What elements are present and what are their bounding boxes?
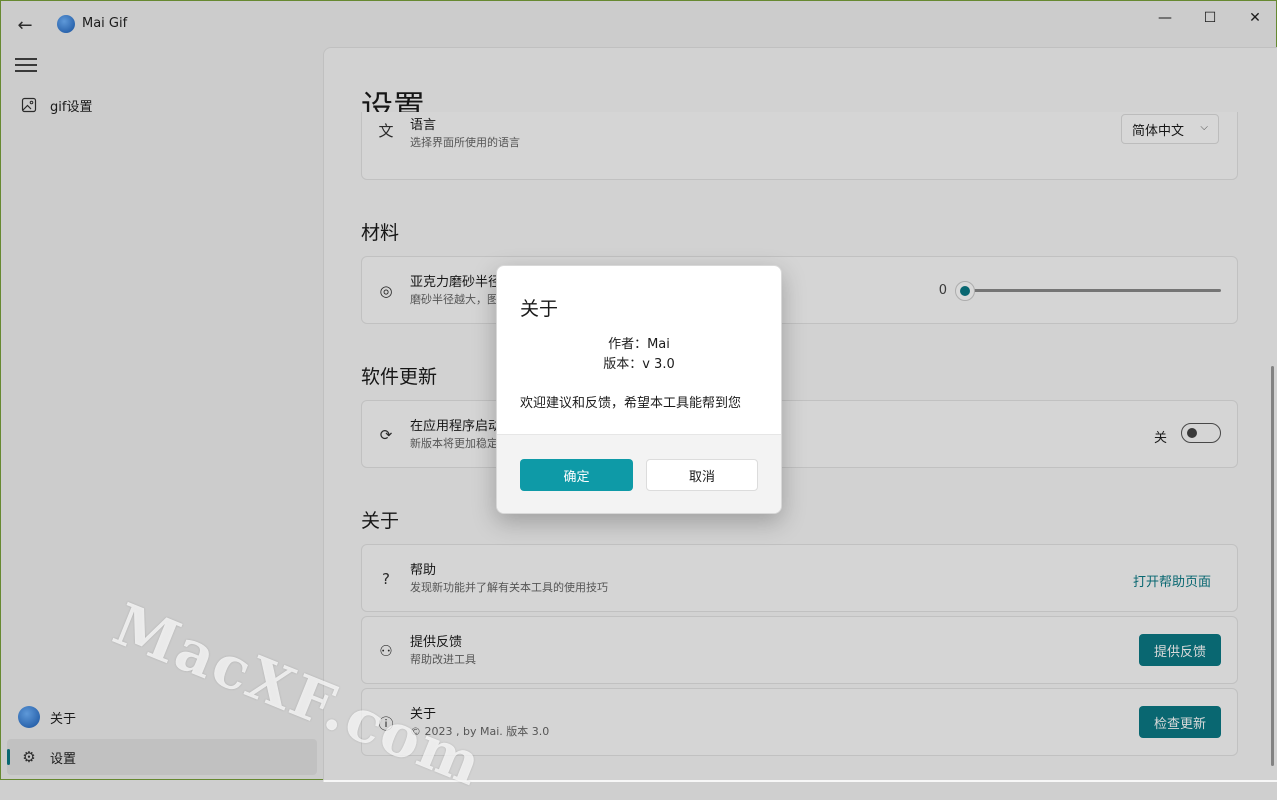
dialog-message: 欢迎建议和反馈，希望本工具能帮到您 [520,396,742,411]
dialog-version: 版本：v 3.0 [603,357,675,372]
about-dialog: 关于 作者：Mai 版本：v 3.0 欢迎建议和反馈，希望本工具能帮到您 确定 … [496,265,782,514]
dialog-footer: 确定 取消 [497,434,781,513]
dialog-title: 关于 [520,298,559,320]
cancel-button[interactable]: 取消 [646,459,758,491]
ok-button[interactable]: 确定 [520,459,633,491]
dialog-author: 作者：Mai [608,337,670,352]
